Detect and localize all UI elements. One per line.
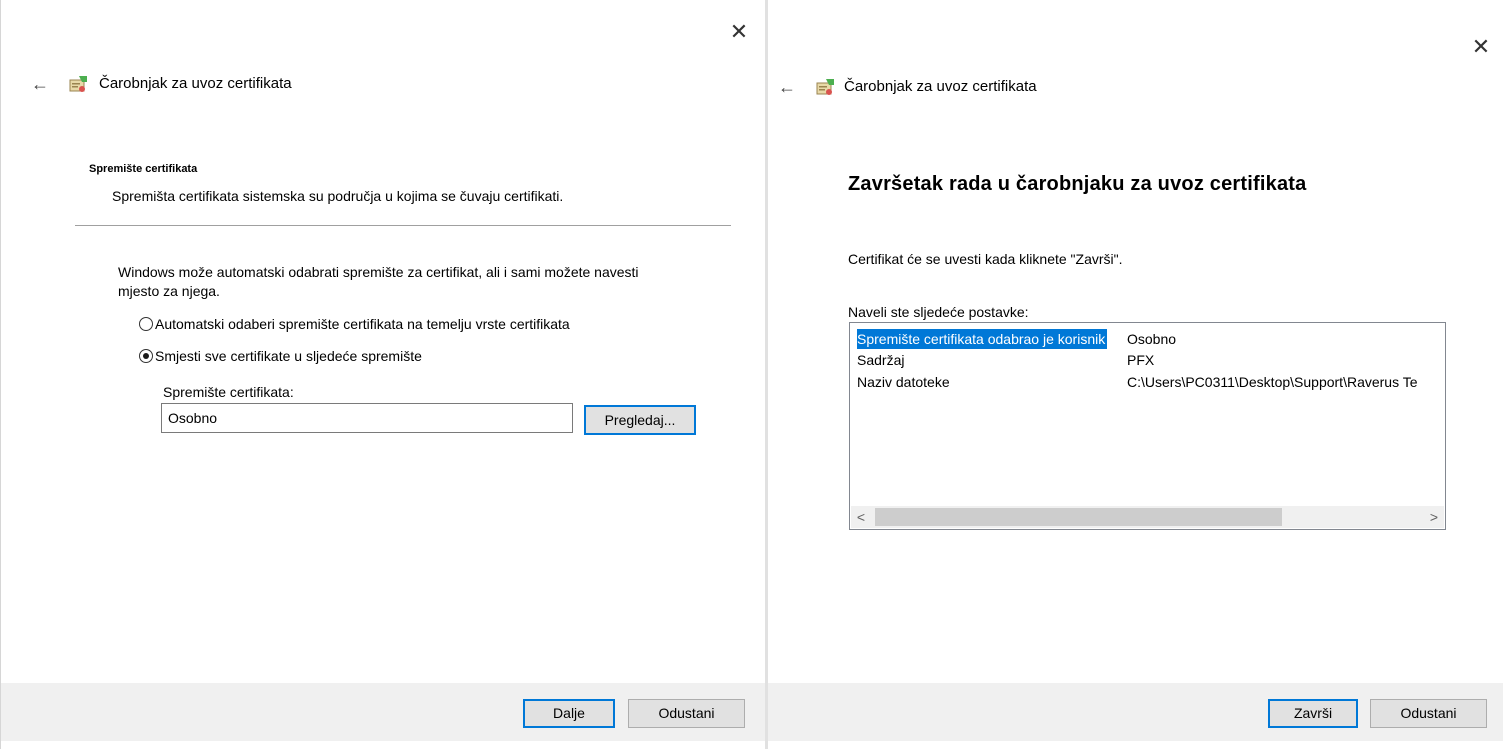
header-divider [75, 225, 731, 226]
intro-text-line1: Windows može automatski odabrati spremiš… [118, 264, 639, 280]
cancel-button[interactable]: Odustani [1370, 699, 1487, 728]
close-icon[interactable]: ✕ [1469, 35, 1493, 59]
horizontal-scrollbar[interactable]: < > [851, 506, 1444, 528]
settings-listbox[interactable]: Spremište certifikata odabrao je korisni… [849, 322, 1446, 530]
radio-auto-select-label[interactable]: Automatski odaberi spremište certifikata… [155, 315, 570, 333]
list-item-key: Sadržaj [857, 352, 905, 368]
list-item-value: PFX [1127, 352, 1155, 368]
wizard-title: Čarobnjak za uvoz certifikata [844, 78, 1037, 95]
scroll-right-icon[interactable]: > [1424, 506, 1444, 528]
scroll-left-icon[interactable]: < [851, 506, 871, 528]
footer-bar: Završi Odustani [768, 683, 1503, 741]
radio-manual-store-label[interactable]: Smjesti sve certifikate u sljedeće sprem… [155, 347, 422, 365]
radio-auto-select[interactable] [139, 317, 153, 331]
certificate-wizard-icon [816, 79, 834, 95]
back-arrow-icon[interactable]: ← [31, 74, 49, 94]
list-item-key: Naziv datoteke [857, 374, 950, 390]
certificate-store-input[interactable]: Osobno [161, 403, 573, 433]
list-item-value: Osobno [1127, 331, 1177, 347]
certificate-wizard-icon [69, 76, 87, 92]
settings-label: Naveli ste sljedeće postavke: [848, 304, 1029, 320]
next-button[interactable]: Dalje [523, 699, 615, 728]
store-field-label: Spremište certifikata: [163, 384, 294, 400]
browse-button[interactable]: Pregledaj... [584, 405, 696, 435]
import-complete-dialog: ✕ ← Čarobnjak za uvoz certifikata Završe… [768, 0, 1503, 749]
section-description: Spremišta certifikata sistemska su podru… [112, 188, 564, 204]
cancel-button[interactable]: Odustani [628, 699, 745, 728]
section-heading: Spremište certifikata [89, 163, 198, 175]
footer-bar: Dalje Odustani [1, 683, 765, 741]
radio-manual-store[interactable] [139, 349, 153, 363]
intro-text-line2: mjesto za njega. [118, 283, 220, 299]
finish-button[interactable]: Završi [1268, 699, 1358, 728]
back-arrow-icon[interactable]: ← [778, 77, 796, 97]
list-item-key: Spremište certifikata odabrao je korisni… [857, 329, 1108, 349]
scrollbar-thumb[interactable] [875, 508, 1282, 526]
info-text: Certifikat će se uvesti kada kliknete "Z… [848, 251, 1123, 267]
close-icon[interactable]: ✕ [727, 20, 751, 44]
list-item-value: C:\Users\PC0311\Desktop\Support\Raverus … [1127, 374, 1418, 390]
completion-heading: Završetak rada u čarobnjaku za uvoz cert… [848, 173, 1307, 195]
wizard-title: Čarobnjak za uvoz certifikata [99, 75, 292, 92]
certificate-store-dialog: ✕ ← Čarobnjak za uvoz certifikata Spremi… [0, 0, 765, 749]
